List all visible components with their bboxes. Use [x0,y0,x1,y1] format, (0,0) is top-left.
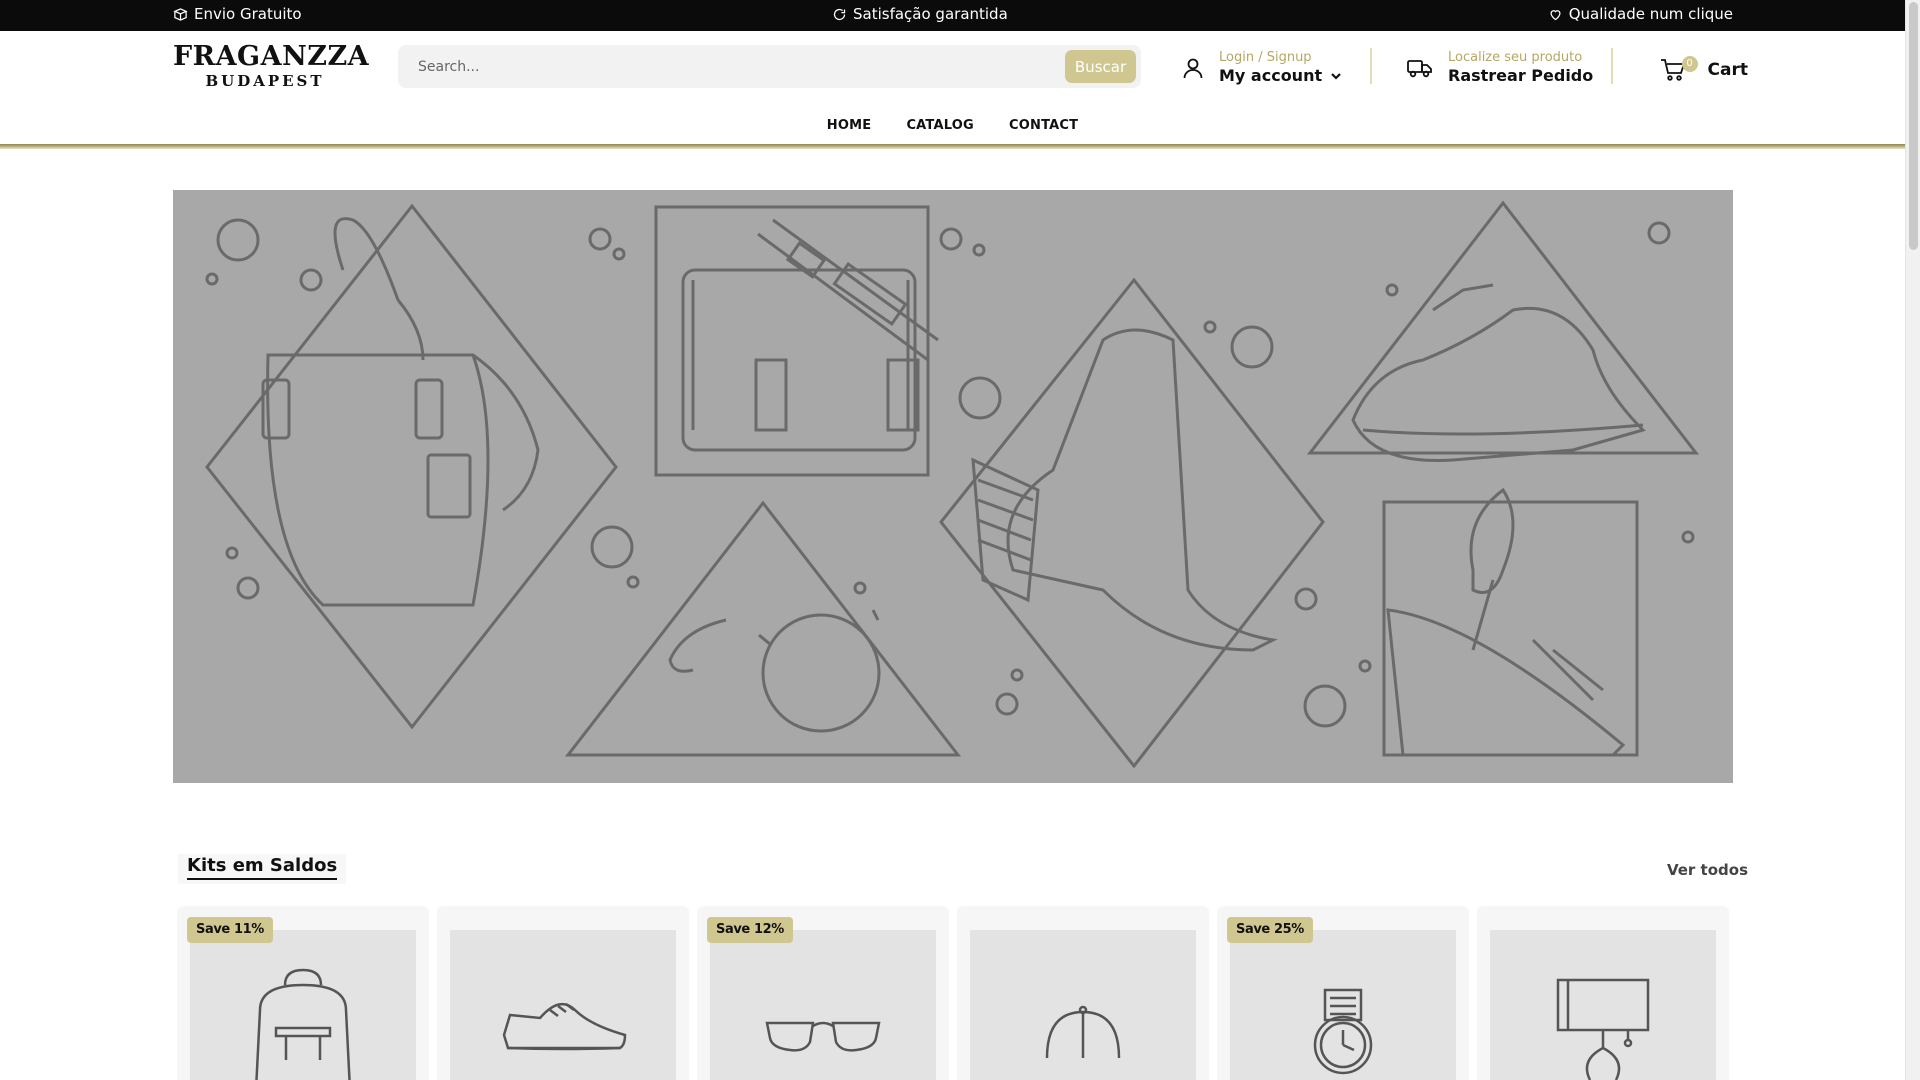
product-image[interactable] [1490,930,1716,1080]
sale-badge: Save 11% [187,917,273,943]
scrollbar-thumb[interactable] [1909,2,1918,250]
package-icon [173,7,188,21]
sale-badge: Save 25% [1227,917,1313,943]
product-image[interactable] [710,930,936,1080]
header-divider [1611,48,1613,84]
product-carousel: Save 11% Save 12% Save 25% [177,906,1731,1080]
search-input[interactable] [418,45,1018,88]
lamp-icon [1556,978,1650,1080]
hero-illustration [205,200,1700,769]
refresh-icon [833,8,846,20]
main-nav: HOME CATALOG CONTACT [0,114,1905,133]
backpack-icon [255,968,351,1080]
brand-city: BUDAPEST [205,72,325,90]
announcement-bar: Envio Gratuito Satisfação garantida Qual… [0,0,1905,31]
nav-home[interactable]: HOME [827,118,872,133]
nav-contact[interactable]: CONTACT [1009,118,1078,133]
page-scrollbar[interactable] [1905,0,1920,1080]
product-card[interactable] [437,906,689,1080]
brand-name: FRAGANZZA [173,41,370,72]
cart-button[interactable]: 0 Cart [1660,56,1748,82]
product-image[interactable] [1230,930,1456,1080]
chevron-down-icon [1331,73,1341,80]
track-order-link[interactable]: Localize seu produto Rastrear Pedido [1406,50,1593,86]
search-button[interactable]: Buscar [1065,50,1136,83]
product-image[interactable] [190,930,416,1080]
quality-notice: Qualidade num clique [1548,5,1733,23]
track-order-hint: Localize seu produto [1448,50,1583,65]
cart-count-badge: 0 [1681,56,1698,72]
search-bar: Buscar [398,45,1141,88]
product-card[interactable]: Save 11% [177,906,429,1080]
sunglasses-icon [765,1021,881,1052]
product-card[interactable]: Save 25% [1217,906,1469,1080]
sale-badge: Save 12% [707,917,793,943]
nav-catalog[interactable]: CATALOG [906,118,973,133]
watch-icon [1313,988,1373,1075]
login-signup-link[interactable]: Login / Signup [1219,50,1342,66]
user-icon [1183,58,1203,79]
track-order-label: Rastrear Pedido [1448,66,1594,85]
section-title-text: Kits em Saldos [187,854,338,880]
cap-icon [1045,1005,1121,1059]
quality-text: Qualidade num clique [1568,5,1733,23]
product-card[interactable]: Save 12% [697,906,949,1080]
cart-label: Cart [1707,60,1748,80]
product-card[interactable] [1477,906,1729,1080]
see-all-link[interactable]: Ver todos [1667,861,1748,879]
header-gold-rule [0,144,1905,149]
my-account-label: My account [1219,66,1323,85]
truck-icon [1407,60,1432,78]
hero-banner[interactable] [173,190,1733,783]
satisfaction-text: Satisfação garantida [853,5,1008,23]
account-menu[interactable]: Login / Signup My account [1181,50,1342,86]
product-card[interactable] [957,906,1209,1080]
product-image[interactable] [450,930,676,1080]
heart-icon [1550,9,1561,20]
sneaker-icon [502,1002,627,1051]
header-divider [1370,48,1372,84]
brand-logo[interactable]: FRAGANZZA BUDAPEST [173,41,370,91]
free-shipping-notice: Envio Gratuito [173,5,302,23]
free-shipping-text: Envio Gratuito [194,5,302,23]
section-title: Kits em Saldos [178,854,347,884]
product-image[interactable] [970,930,1196,1080]
satisfaction-notice: Satisfação garantida [832,5,1008,23]
